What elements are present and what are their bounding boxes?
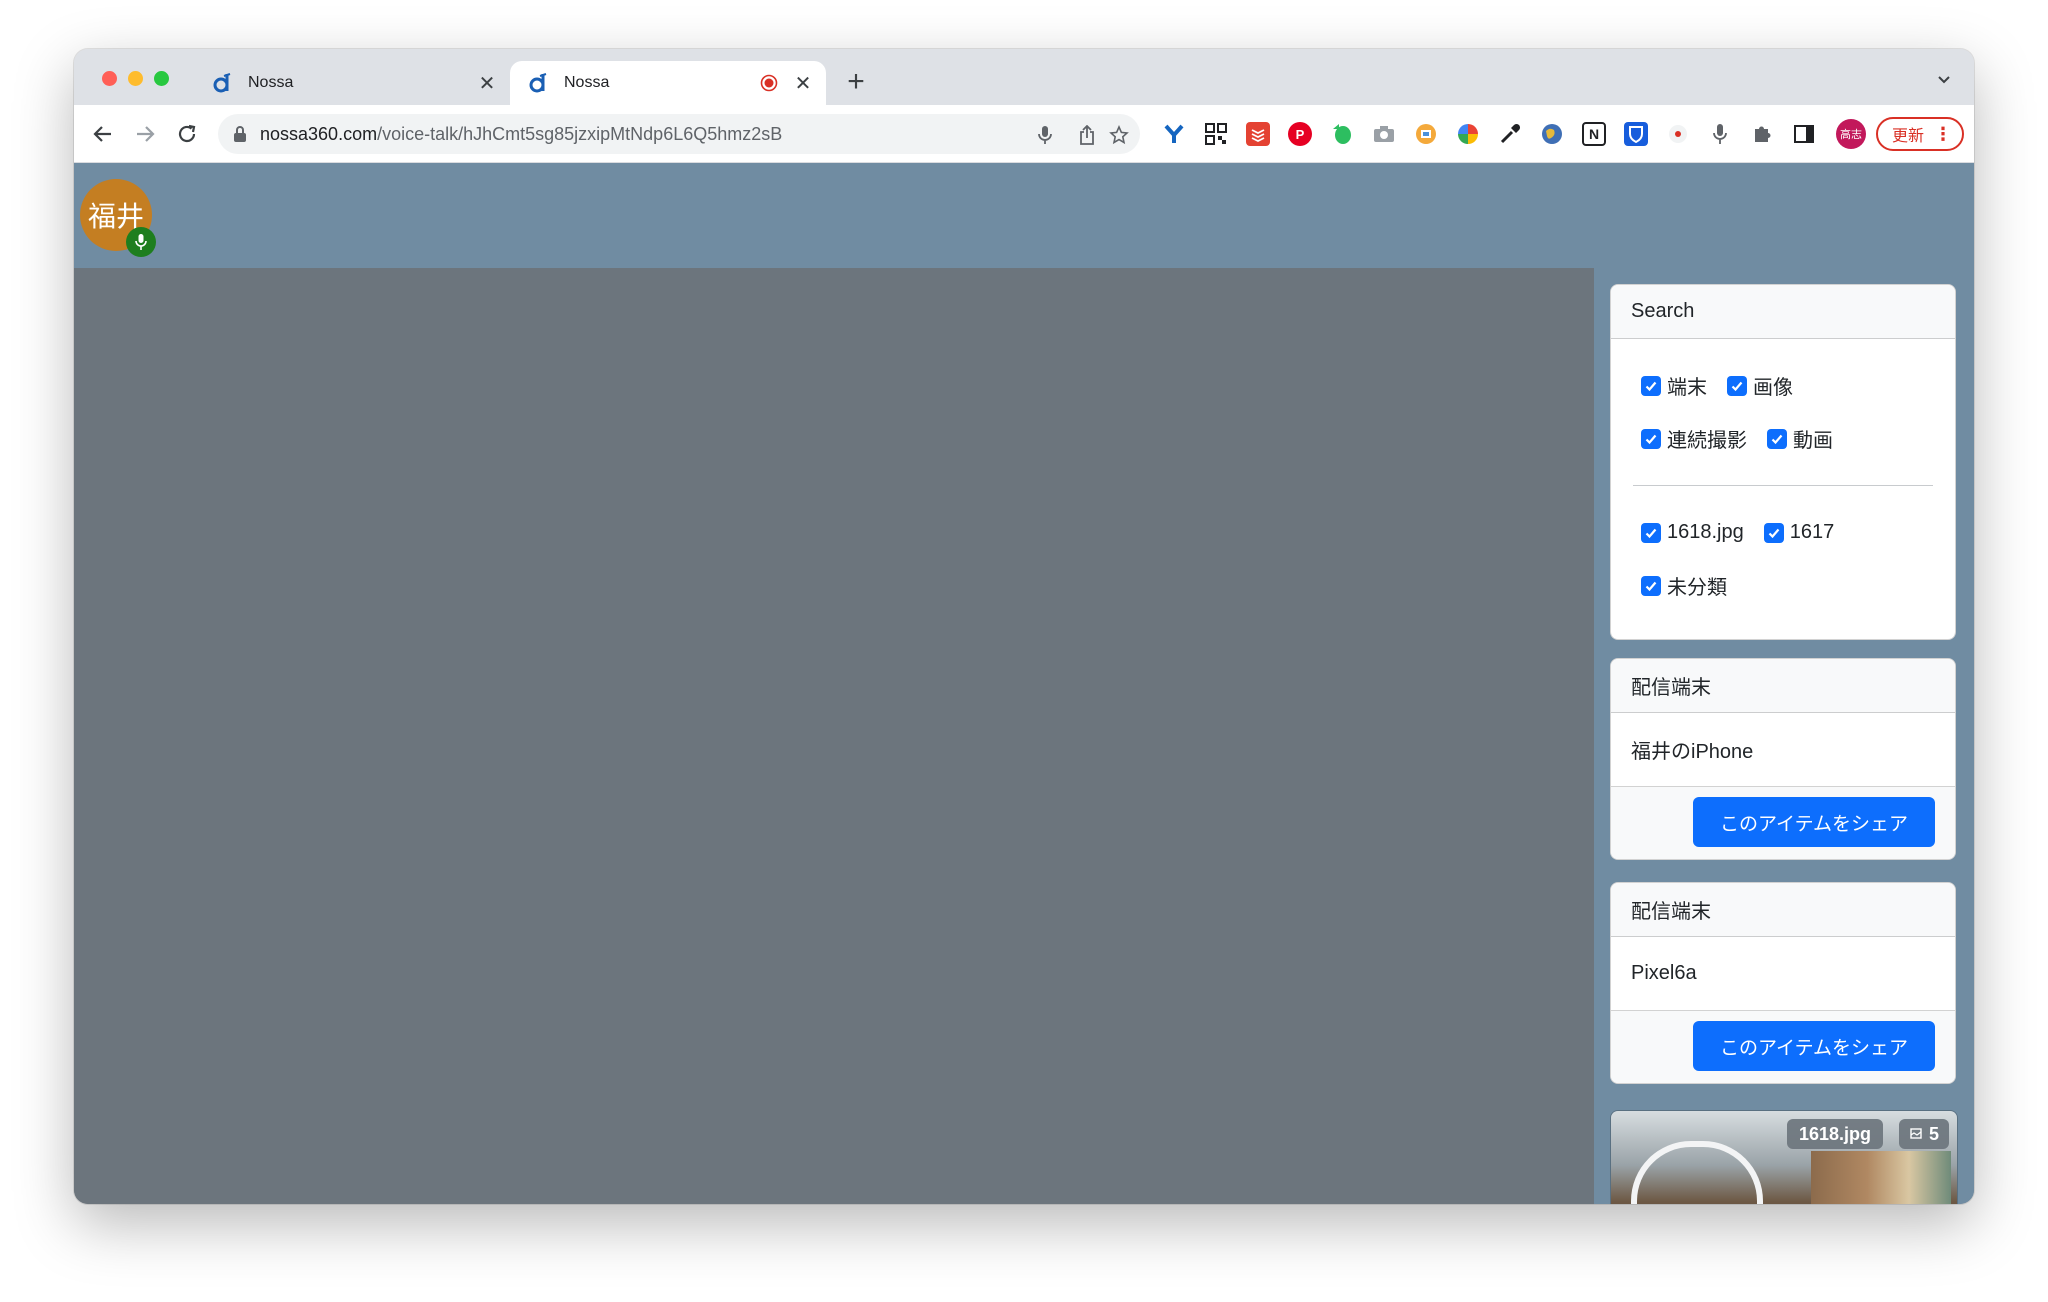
tab-search-chevron-icon[interactable] <box>1936 71 1952 87</box>
thumbnail-count-badge: 5 <box>1898 1119 1949 1149</box>
globe-icon[interactable] <box>1540 122 1564 146</box>
filter-row: 1618.jpg 1617 <box>1641 506 1955 559</box>
record-extension-icon[interactable] <box>1666 122 1690 146</box>
voice-search-icon[interactable] <box>1034 124 1056 146</box>
eyedropper-icon[interactable] <box>1498 122 1522 146</box>
new-tab-button[interactable]: + <box>842 67 870 97</box>
checkmark-icon <box>1641 575 1661 596</box>
nossa-favicon-icon <box>212 72 234 94</box>
checkmark-icon <box>1641 522 1661 543</box>
camera-icon[interactable] <box>1372 122 1396 146</box>
search-card-title: Search <box>1611 285 1955 339</box>
filter-row: 端末 画像 <box>1641 359 1955 412</box>
close-window-button[interactable] <box>102 71 117 86</box>
device-card-title: 配信端末 <box>1611 659 1955 713</box>
share-item-button[interactable]: このアイテムをシェア <box>1693 1021 1935 1071</box>
close-tab-icon[interactable]: ✕ <box>792 72 814 95</box>
search-card: Search 端末 画像 連続撮影 動画 1618.jpg 1617 未分類 <box>1610 284 1956 640</box>
divider <box>1633 485 1933 486</box>
media-thumbnail[interactable]: 1618.jpg 5 <box>1610 1110 1958 1204</box>
device-card-footer: このアイテムをシェア <box>1611 1011 1955 1083</box>
folder-checkboxes: 1618.jpg 1617 未分類 <box>1611 506 1955 612</box>
filter-row: 連続撮影 動画 <box>1641 412 1955 465</box>
page-header: 福井 <box>74 163 1974 268</box>
evernote-icon[interactable] <box>1330 122 1354 146</box>
web-page: 福井 Search 端末 画像 連続撮影 動画 1618.jpg 1617 未分… <box>74 163 1974 1204</box>
checkmark-icon <box>1727 375 1747 396</box>
device-card-footer: このアイテムをシェア <box>1611 787 1955 859</box>
profile-avatar[interactable]: 高志 <box>1836 119 1866 149</box>
filter-checkbox-1617[interactable]: 1617 <box>1763 521 1834 544</box>
more-menu-icon: ⋮ <box>1934 124 1952 144</box>
filter-checkboxes: 端末 画像 連続撮影 動画 <box>1611 339 1955 465</box>
thumbnail-filename: 1618.jpg <box>1786 1119 1883 1149</box>
browser-window: Nossa ✕ Nossa ✕ + nossa360.com/voice-tal… <box>74 49 1974 1204</box>
filter-checkbox-1618[interactable]: 1618.jpg <box>1641 521 1744 544</box>
microphone-active-icon <box>126 227 156 257</box>
bookmark-star-icon[interactable] <box>1108 124 1130 146</box>
sidebar: Search 端末 画像 連続撮影 動画 1618.jpg 1617 未分類 配… <box>1594 268 1974 1204</box>
address-bar[interactable]: nossa360.com/voice-talk/hJhCmt5sg85jzxip… <box>218 114 1140 154</box>
screenshot-icon[interactable] <box>1414 122 1438 146</box>
update-button[interactable]: 更新 ⋮ <box>1876 117 1964 151</box>
share-page-icon[interactable] <box>1076 124 1098 146</box>
extensions-puzzle-icon[interactable] <box>1750 122 1774 146</box>
filter-checkbox-device[interactable]: 端末 <box>1641 371 1707 400</box>
device-card-iphone: 配信端末 福井のiPhone このアイテムをシェア <box>1610 658 1956 860</box>
checkmark-icon <box>1641 428 1661 449</box>
forward-icon[interactable] <box>132 121 158 147</box>
device-card-title: 配信端末 <box>1611 883 1955 937</box>
device-name: 福井のiPhone <box>1611 713 1955 787</box>
tab-strip: Nossa ✕ Nossa ✕ + <box>74 49 1974 105</box>
filter-checkbox-burst[interactable]: 連続撮影 <box>1641 424 1747 453</box>
tab-title: Nossa <box>564 74 610 91</box>
todoist-icon[interactable] <box>1246 122 1270 146</box>
filter-checkbox-uncategorized[interactable]: 未分類 <box>1641 571 1727 600</box>
microphone-icon[interactable] <box>1708 122 1732 146</box>
zoom-window-button[interactable] <box>154 71 169 86</box>
checkmark-icon <box>1641 375 1661 396</box>
nossa-favicon-icon <box>528 72 550 94</box>
tab-nossa-1[interactable]: Nossa ✕ <box>194 61 510 105</box>
close-tab-icon[interactable]: ✕ <box>476 72 498 95</box>
image-stack-icon <box>1909 1127 1923 1141</box>
pinterest-icon[interactable]: P <box>1288 122 1312 146</box>
recording-indicator-icon <box>760 74 778 92</box>
device-card-pixel: 配信端末 Pixel6a このアイテムをシェア <box>1610 882 1956 1084</box>
extension-y-icon[interactable] <box>1162 122 1186 146</box>
checkmark-icon <box>1763 522 1784 543</box>
url-text: nossa360.com/voice-talk/hJhCmt5sg85jzxip… <box>260 124 783 144</box>
color-wheel-icon[interactable] <box>1456 122 1480 146</box>
bitwarden-icon[interactable] <box>1624 122 1648 146</box>
reload-icon[interactable] <box>174 121 200 147</box>
tab-nossa-2[interactable]: Nossa ✕ <box>510 61 826 105</box>
device-name: Pixel6a <box>1611 937 1955 1011</box>
notion-icon[interactable]: N <box>1582 122 1606 146</box>
back-icon[interactable] <box>90 121 116 147</box>
tab-title: Nossa <box>248 74 294 91</box>
lock-icon <box>232 125 248 143</box>
filter-checkbox-video[interactable]: 動画 <box>1767 424 1833 453</box>
side-panel-icon[interactable] <box>1792 122 1816 146</box>
minimize-window-button[interactable] <box>128 71 143 86</box>
filter-row: 未分類 <box>1641 559 1955 612</box>
filter-checkbox-image[interactable]: 画像 <box>1727 371 1793 400</box>
viewer-stage[interactable] <box>74 268 1594 1204</box>
checkmark-icon <box>1767 428 1787 449</box>
browser-toolbar: nossa360.com/voice-talk/hJhCmt5sg85jzxip… <box>74 105 1974 163</box>
share-item-button[interactable]: このアイテムをシェア <box>1693 797 1935 847</box>
qr-code-icon[interactable] <box>1204 122 1228 146</box>
